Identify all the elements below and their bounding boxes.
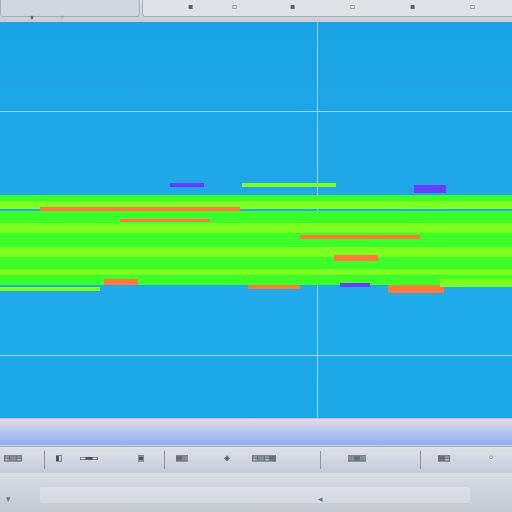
toolbar-glyph-icon: ▫ [232,2,238,11]
toolbar-divider [320,451,321,469]
view-icon[interactable]: ◧ [56,452,62,466]
signal-stripe [242,183,336,187]
frame-icon[interactable]: ▣ [138,452,144,466]
toolbar-divider [164,451,165,469]
toolbar-glyph-icon: ▪ [188,2,194,11]
toolbar-divider [420,451,421,469]
toolbar-glyph-icon: ▪ [290,2,296,11]
measure-icon[interactable]: ▦▥ [176,452,188,466]
window-title-bar: ▾ ◦ ▪ ▫ ▪ ▫ ▪ ▫ [0,0,512,23]
status-marker-icon: ▾ [6,495,11,505]
waveform-icon[interactable]: ▤▥▤ [4,452,22,466]
top-tab-left[interactable] [0,0,140,17]
measure-icon[interactable]: ▤▥▤▦ [252,452,276,466]
status-bar-track [40,487,470,503]
signal-stripe [180,281,240,285]
ruler-icon[interactable]: ▭▬▭ [80,452,98,466]
signal-stripe [0,275,512,285]
bottom-toolbar: ▤▥▤ ◧ ▭▬▭ ▣ ▦▥ ◈ ▤▥▤▦ ▥▦▥ ▦▤ ◦ [0,446,512,474]
status-bar: ▾ ◂ [0,473,512,512]
signal-stripe [0,287,100,291]
signal-stripe [388,285,444,293]
plot-footer-strip [0,418,512,445]
signal-stripe [440,279,512,287]
signal-stripe [248,285,300,289]
toolbar-glyph-icon: ▪ [410,2,416,11]
counter-icon[interactable]: ▦▤ [438,452,450,466]
signal-stripe [0,247,512,257]
waveform-plot[interactable] [0,22,512,422]
signal-stripe [340,283,370,287]
signal-stripe [104,279,138,285]
toolbar-divider [44,451,45,469]
toolbar-glyph-icon: ▫ [470,2,476,11]
signal-stripe [300,235,420,239]
signal-stripe [334,255,378,261]
menu-icon[interactable]: ◦ [488,452,494,466]
signal-band [0,183,512,321]
top-tab-main[interactable] [142,0,512,17]
signal-stripe [0,223,512,233]
signal-stripe [0,257,512,269]
grid-line-horizontal [0,355,512,356]
signal-stripe [0,233,512,247]
signal-stripe [0,211,512,223]
measure-icon[interactable]: ◈ [224,452,230,466]
counter-icon[interactable]: ▥▦▥ [348,452,366,466]
signal-stripe [170,183,204,187]
signal-stripe [414,185,446,193]
grid-line-horizontal [0,111,512,112]
status-marker-icon: ◂ [318,495,323,505]
signal-stripe [120,219,210,222]
toolbar-glyph-icon: ▫ [350,2,356,11]
